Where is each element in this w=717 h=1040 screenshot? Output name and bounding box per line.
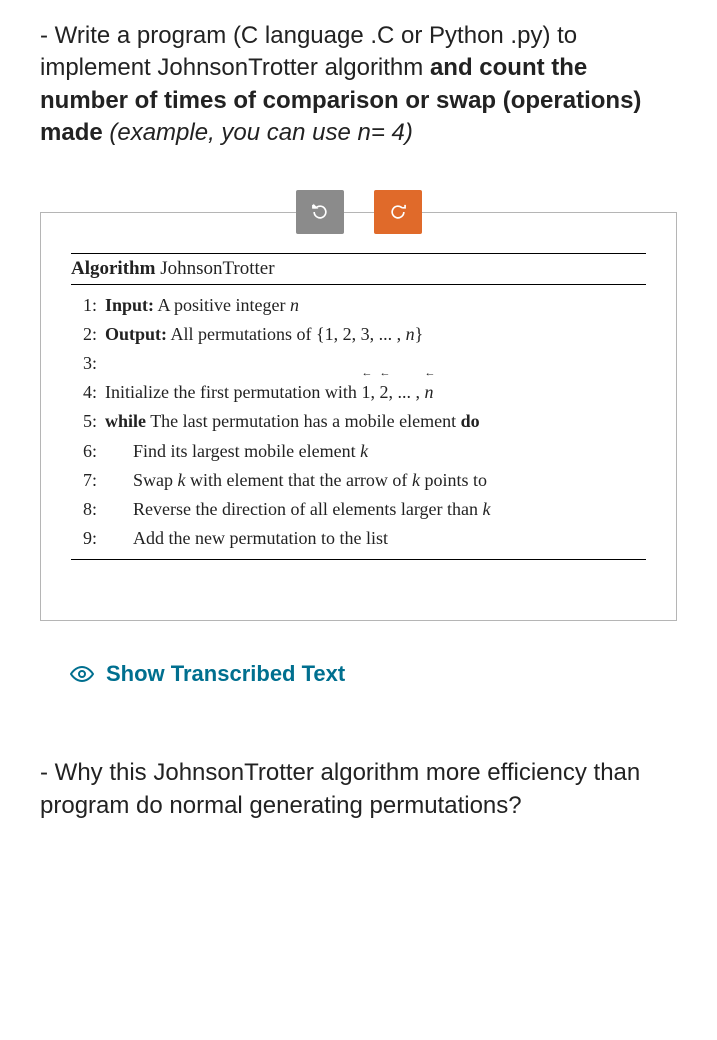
algorithm-body: 1: Input: A positive integer n 2: Output…: [71, 285, 646, 560]
rotate-left-button[interactable]: [296, 190, 344, 234]
algorithm-header: Algorithm JohnsonTrotter: [71, 254, 646, 285]
algorithm-image-frame: Algorithm JohnsonTrotter 1: Input: A pos…: [40, 212, 677, 622]
algo-line-num: 8:: [71, 497, 105, 522]
algo-line-num: 9:: [71, 526, 105, 551]
show-transcribed-button[interactable]: Show Transcribed Text: [40, 651, 677, 687]
eye-icon: [70, 662, 94, 686]
algo-line-num: 2:: [71, 322, 105, 347]
algo-line-text: Find its largest mobile element k: [105, 439, 646, 464]
algo-line-text: while The last permutation has a mobile …: [105, 409, 646, 434]
algo-line-num: 7:: [71, 468, 105, 493]
algo-line-num: 4:: [71, 380, 105, 405]
algo-line: 9: Add the new permutation to the list: [71, 524, 646, 553]
rotate-right-button[interactable]: [374, 190, 422, 234]
algo-line-text: Reverse the direction of all elements la…: [105, 497, 646, 522]
algo-line: 3:: [71, 349, 646, 378]
algo-line-num: 6:: [71, 439, 105, 464]
q1-italic: (example, you can use n= 4): [103, 119, 413, 146]
algo-line-text: Add the new permutation to the list: [105, 526, 646, 551]
algo-line-text: Input: A positive integer n: [105, 293, 646, 318]
algo-line: 7: Swap k with element that the arrow of…: [71, 466, 646, 495]
image-toolbar: [40, 190, 677, 234]
algo-line: 2: Output: All permutations of {1, 2, 3,…: [71, 320, 646, 349]
algo-line: 4: Initialize the first permutation with…: [71, 378, 646, 407]
algo-line: 8: Reverse the direction of all elements…: [71, 495, 646, 524]
algo-line: 1: Input: A positive integer n: [71, 291, 646, 320]
algo-line-num: 5:: [71, 409, 105, 434]
question-1: - Write a program (C language .C or Pyth…: [40, 20, 677, 150]
show-transcribed-label: Show Transcribed Text: [106, 661, 345, 687]
algo-line: 5: while The last permutation has a mobi…: [71, 407, 646, 436]
algorithm-box: Algorithm JohnsonTrotter 1: Input: A pos…: [71, 253, 646, 561]
algo-line-text: Swap k with element that the arrow of k …: [105, 468, 646, 493]
algo-line-text: [105, 351, 646, 376]
algo-line-text: Initialize the first permutation with 1,…: [105, 380, 646, 405]
algo-line-text: Output: All permutations of {1, 2, 3, ..…: [105, 322, 646, 347]
question-2: - Why this JohnsonTrotter algorithm more…: [40, 757, 677, 822]
rotate-left-icon: [310, 202, 330, 222]
algo-header-label: Algorithm: [71, 258, 155, 279]
algo-line-num: 1:: [71, 293, 105, 318]
algo-line-num: 3:: [71, 351, 105, 376]
algo-line: 6: Find its largest mobile element k: [71, 437, 646, 466]
rotate-right-icon: [388, 202, 408, 222]
q2-text: - Why this JohnsonTrotter algorithm more…: [40, 759, 640, 818]
algo-header-name: JohnsonTrotter: [160, 258, 274, 279]
